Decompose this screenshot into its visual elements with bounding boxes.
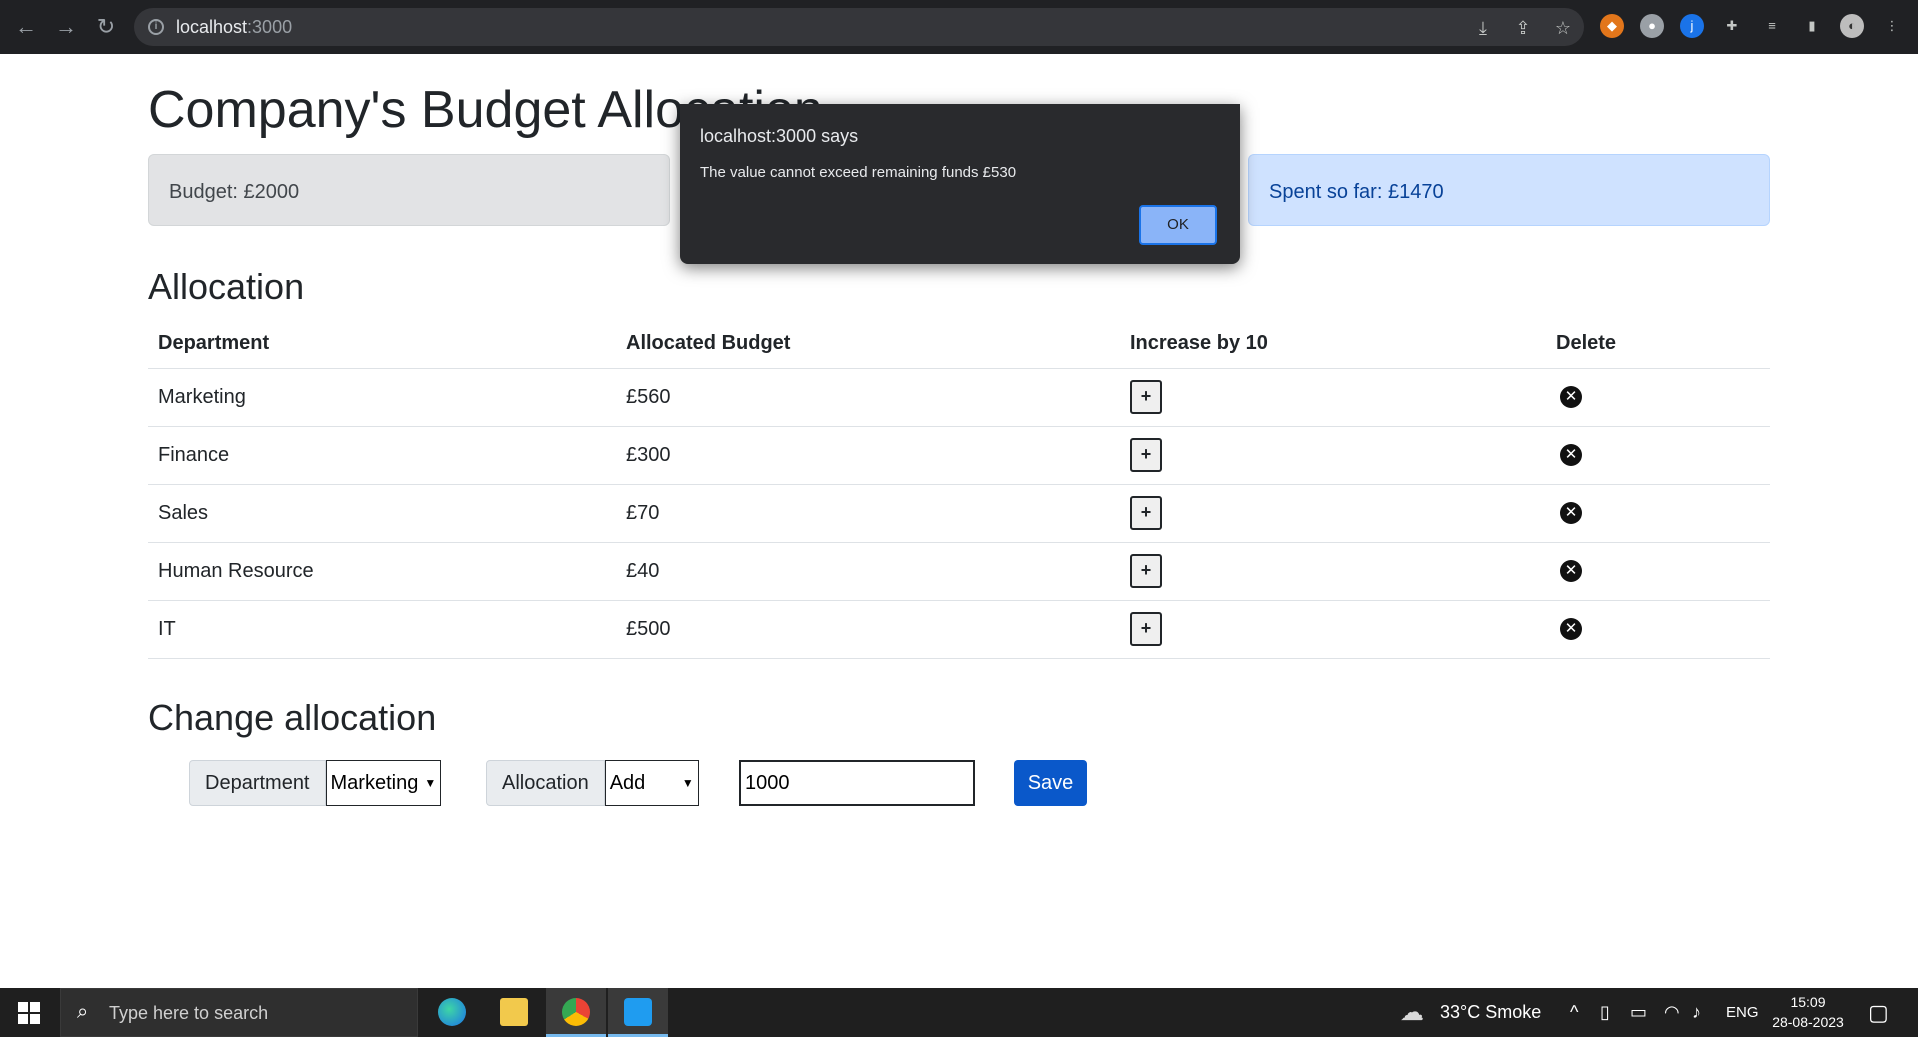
delete-icon[interactable]: ✕ [1560, 386, 1582, 408]
save-button[interactable]: Save [1014, 760, 1087, 806]
url-text[interactable]: localhost:3000 [176, 17, 292, 38]
search-placeholder: Type here to search [109, 1003, 269, 1023]
budget-cell: £70 [616, 484, 1120, 543]
battery-icon[interactable]: ▭ [1630, 1002, 1647, 1023]
spent-card: Spent so far: £1470 [1248, 154, 1770, 226]
alert-dialog: localhost:3000 says The value cannot exc… [680, 104, 1240, 264]
column-header-delete: Delete [1546, 320, 1770, 369]
install-icon[interactable]: ⤓ [1472, 17, 1494, 39]
department-input-group: Department Marketing ▼ [189, 760, 442, 808]
budget-cell: £560 [616, 368, 1120, 427]
alert-message: The value cannot exceed remaining funds … [700, 164, 1017, 181]
clock-date: 28-08-2023 [1772, 1014, 1844, 1030]
bookmark-star-icon[interactable]: ☆ [1552, 17, 1574, 39]
allocation-type-select[interactable]: Add ▼ [604, 760, 699, 806]
profile-avatar[interactable]: ◐ [1840, 14, 1864, 38]
address-bar[interactable]: i localhost:3000 ⤓ ⇪ ☆ [134, 8, 1584, 46]
file-explorer-app[interactable] [484, 988, 544, 1037]
allocation-input-group: Allocation Add ▼ [486, 760, 699, 808]
table-row: Human Resource £40 + ✕ [148, 542, 1770, 601]
site-info-icon[interactable]: i [148, 19, 164, 35]
amount-input[interactable]: 1000 [739, 760, 975, 806]
table-row: Finance £300 + ✕ [148, 426, 1770, 485]
allocation-table: Department Allocated Budget Increase by … [148, 320, 1770, 659]
allocation-heading: Allocation [148, 266, 305, 307]
change-allocation-heading: Change allocation [148, 697, 437, 738]
table-header-row: Department Allocated Budget Increase by … [148, 320, 1770, 369]
volume-icon[interactable]: ♪ [1692, 1002, 1701, 1023]
budget-cell: £300 [616, 426, 1120, 485]
edge-icon [438, 998, 466, 1026]
table-row: IT £500 + ✕ [148, 600, 1770, 659]
delete-icon[interactable]: ✕ [1560, 444, 1582, 466]
device-icon[interactable]: ▯ [1600, 1002, 1610, 1023]
department-select[interactable]: Marketing ▼ [325, 760, 442, 806]
chevron-down-icon: ▼ [681, 776, 694, 790]
table-row: Sales £70 + ✕ [148, 484, 1770, 543]
back-icon[interactable]: ← [12, 13, 40, 41]
increase-button[interactable]: + [1130, 554, 1162, 588]
increase-button[interactable]: + [1130, 438, 1162, 472]
budget-card: Budget: £2000 [148, 154, 670, 226]
weather-text[interactable]: 33°C Smoke [1440, 1002, 1541, 1023]
share-icon[interactable]: ⇪ [1512, 17, 1534, 39]
budget-cell: £40 [616, 542, 1120, 601]
media-control-icon[interactable]: ≡ [1760, 14, 1784, 38]
department-cell: Finance [148, 426, 616, 485]
language-indicator[interactable]: ENG [1726, 1004, 1759, 1021]
ok-button[interactable]: OK [1139, 205, 1217, 245]
chrome-app[interactable] [546, 988, 606, 1037]
clock[interactable]: 15:09 28-08-2023 [1768, 992, 1848, 1032]
vscode-icon [624, 998, 652, 1026]
reload-icon[interactable]: ↻ [92, 13, 120, 41]
browser-toolbar: ← → ↻ i localhost:3000 ⤓ ⇪ ☆ ◆ ● j ✚ ≡ ▮… [0, 0, 1918, 54]
taskbar-search[interactable]: ⌕ Type here to search [60, 988, 418, 1037]
windows-start-icon[interactable] [18, 1002, 40, 1024]
column-header-allocated-budget: Allocated Budget [616, 320, 1120, 369]
delete-icon[interactable]: ✕ [1560, 560, 1582, 582]
chevron-down-icon: ▼ [424, 776, 437, 790]
windows-taskbar: ⌕ Type here to search ☁ 33°C Smoke ^ ▯ ▭… [0, 988, 1918, 1037]
column-header-increase: Increase by 10 [1120, 320, 1546, 369]
wifi-icon[interactable]: ◠ [1664, 1002, 1680, 1023]
department-cell: Sales [148, 484, 616, 543]
column-header-department: Department [148, 320, 616, 369]
chrome-icon [562, 998, 590, 1026]
department-cell: Human Resource [148, 542, 616, 601]
page-content: Company's Budget Allocation Budget: £200… [0, 54, 1918, 988]
allocation-label: Allocation [486, 760, 605, 806]
search-icon: ⌕ [77, 1001, 89, 1023]
metamask-extension-icon[interactable]: ◆ [1600, 14, 1624, 38]
increase-button[interactable]: + [1130, 612, 1162, 646]
table-row: Marketing £560 + ✕ [148, 368, 1770, 427]
extension-circle-icon[interactable]: ● [1640, 14, 1664, 38]
side-panel-icon[interactable]: ▮ [1800, 14, 1824, 38]
chevron-up-icon[interactable]: ^ [1570, 1002, 1578, 1023]
clock-time: 15:09 [1790, 994, 1826, 1010]
alert-origin: localhost:3000 says [700, 126, 859, 146]
edge-app[interactable] [422, 988, 482, 1037]
vscode-app[interactable] [608, 988, 668, 1037]
extension-j-icon[interactable]: j [1680, 14, 1704, 38]
department-cell: IT [148, 600, 616, 659]
increase-button[interactable]: + [1130, 496, 1162, 530]
budget-cell: £500 [616, 600, 1120, 659]
increase-button[interactable]: + [1130, 380, 1162, 414]
weather-icon[interactable]: ☁ [1400, 998, 1424, 1027]
notification-icon[interactable]: ▢ [1868, 1000, 1889, 1026]
folder-icon [500, 998, 528, 1026]
department-select-value: Marketing [330, 772, 419, 794]
delete-icon[interactable]: ✕ [1560, 618, 1582, 640]
department-label: Department [189, 760, 326, 806]
allocation-type-value: Add [609, 772, 646, 794]
delete-icon[interactable]: ✕ [1560, 502, 1582, 524]
extensions-puzzle-icon[interactable]: ✚ [1720, 14, 1744, 38]
department-cell: Marketing [148, 368, 616, 427]
forward-icon[interactable]: → [52, 13, 80, 41]
menu-kebab-icon[interactable]: ⋮ [1880, 14, 1904, 38]
